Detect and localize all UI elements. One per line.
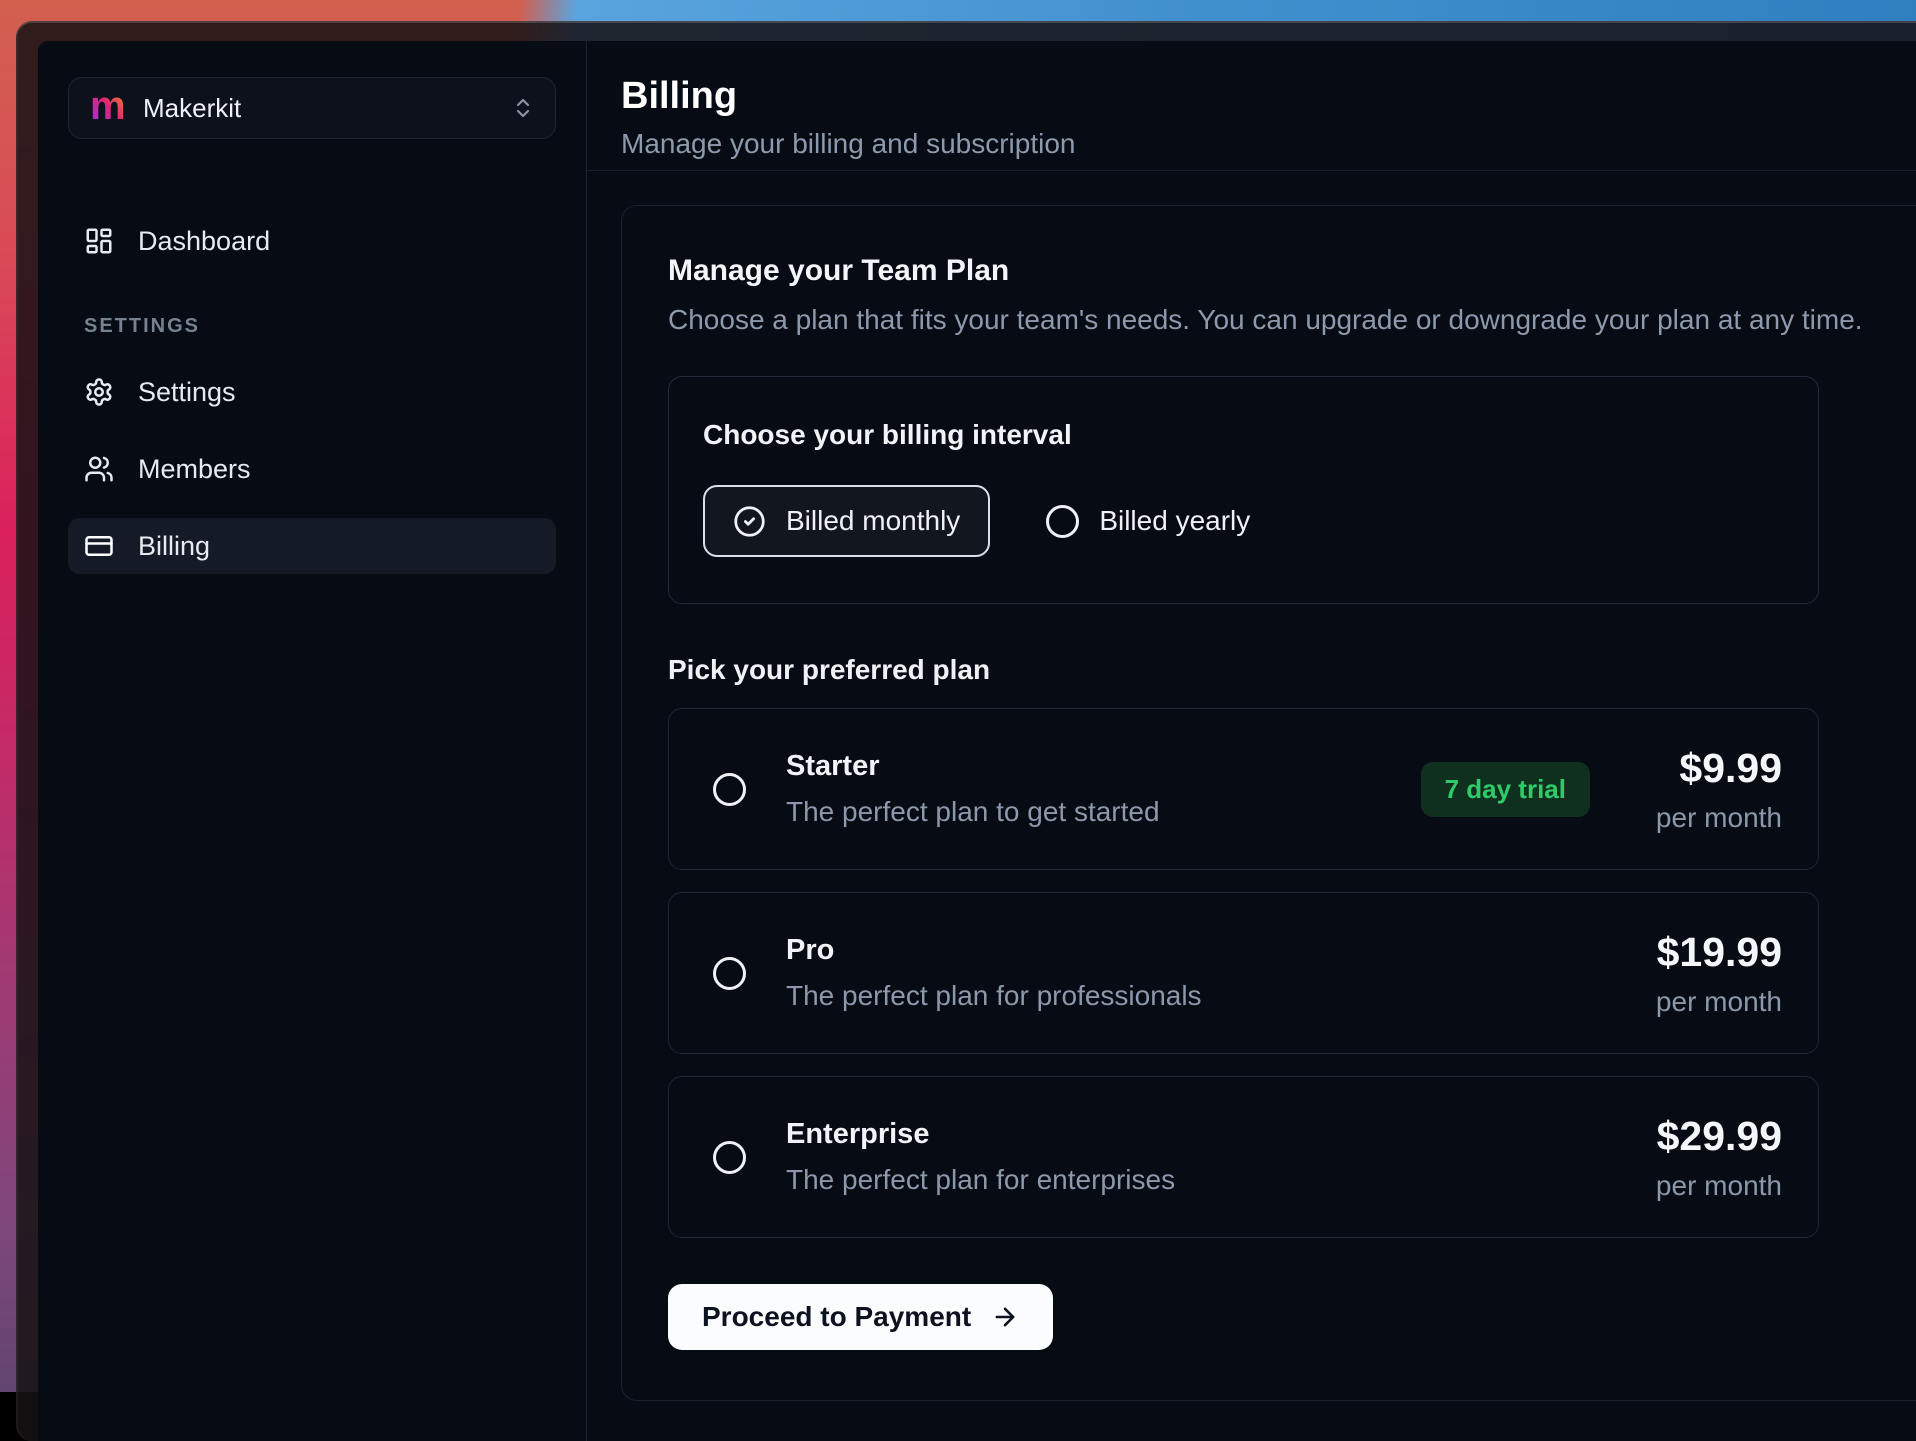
billing-interval-box: Choose your billing interval Billed mont… xyxy=(668,376,1819,604)
radio-circle-icon[interactable] xyxy=(713,773,746,806)
makerkit-logo-icon: m xyxy=(89,88,125,128)
billed-yearly-label: Billed yearly xyxy=(1099,505,1250,537)
sidebar-item-settings[interactable]: Settings xyxy=(68,364,556,420)
sidebar-item-label: Settings xyxy=(138,377,236,408)
plan-price: $29.99 xyxy=(1632,1113,1782,1160)
radio-circle-icon[interactable] xyxy=(713,1141,746,1174)
gear-icon xyxy=(84,377,114,407)
price-block: $9.99 per month xyxy=(1632,745,1782,834)
billing-interval-label: Choose your billing interval xyxy=(703,419,1784,451)
app-window: m Makerkit xyxy=(16,21,1916,1441)
radio-circle-icon[interactable] xyxy=(713,957,746,990)
team-plan-card: Manage your Team Plan Choose a plan that… xyxy=(621,205,1916,1401)
trial-badge: 7 day trial xyxy=(1421,762,1590,817)
proceed-to-payment-button[interactable]: Proceed to Payment xyxy=(668,1284,1053,1350)
workspace-name: Makerkit xyxy=(143,93,511,124)
sidebar-section-label: SETTINGS xyxy=(84,315,556,338)
plan-row-pro[interactable]: Pro The perfect plan for professionals $… xyxy=(668,892,1819,1054)
price-block: $19.99 per month xyxy=(1632,929,1782,1018)
pick-plan-label: Pick your preferred plan xyxy=(668,654,1916,686)
sidebar-item-members[interactable]: Members xyxy=(68,441,556,497)
price-block: $29.99 per month xyxy=(1632,1113,1782,1202)
main-area: Billing Manage your billing and subscrip… xyxy=(587,41,1916,1441)
plan-description: The perfect plan for professionals xyxy=(786,980,1632,1012)
plan-description: The perfect plan to get started xyxy=(786,796,1421,828)
billing-interval-options: Billed monthly Billed yearly xyxy=(703,485,1784,557)
sidebar-item-label: Members xyxy=(138,454,251,485)
users-icon xyxy=(84,454,114,484)
arrow-right-icon xyxy=(991,1303,1019,1331)
billed-monthly-label: Billed monthly xyxy=(786,505,960,537)
page-title: Billing xyxy=(621,75,1916,118)
page-content: Manage your Team Plan Choose a plan that… xyxy=(587,171,1916,1401)
plan-info: Pro The perfect plan for professionals xyxy=(786,934,1632,1012)
chevrons-up-down-icon xyxy=(511,96,535,120)
billed-monthly-option[interactable]: Billed monthly xyxy=(703,485,990,557)
plan-name: Starter xyxy=(786,750,1421,783)
plan-price: $19.99 xyxy=(1632,929,1782,976)
dashboard-icon xyxy=(84,226,114,256)
card-title: Manage your Team Plan xyxy=(668,254,1916,288)
plan-period: per month xyxy=(1632,1170,1782,1202)
plan-row-enterprise[interactable]: Enterprise The perfect plan for enterpri… xyxy=(668,1076,1819,1238)
plan-row-starter[interactable]: Starter The perfect plan to get started … xyxy=(668,708,1819,870)
svg-text:m: m xyxy=(90,88,125,128)
plan-description: The perfect plan for enterprises xyxy=(786,1164,1632,1196)
plan-period: per month xyxy=(1632,986,1782,1018)
plan-price: $9.99 xyxy=(1632,745,1782,792)
circle-check-icon xyxy=(733,505,766,538)
sidebar: m Makerkit xyxy=(38,41,587,1441)
workspace-selector[interactable]: m Makerkit xyxy=(68,77,556,139)
plan-info: Starter The perfect plan to get started xyxy=(786,750,1421,828)
sidebar-item-billing[interactable]: Billing xyxy=(68,518,556,574)
radio-circle-icon xyxy=(1046,505,1079,538)
plan-info: Enterprise The perfect plan for enterpri… xyxy=(786,1118,1632,1196)
sidebar-item-dashboard[interactable]: Dashboard xyxy=(68,213,556,269)
sidebar-item-label: Billing xyxy=(138,531,210,562)
sidebar-item-label: Dashboard xyxy=(138,226,270,257)
page-subtitle: Manage your billing and subscription xyxy=(621,128,1916,160)
plan-period: per month xyxy=(1632,802,1782,834)
plan-name: Pro xyxy=(786,934,1632,967)
proceed-to-payment-label: Proceed to Payment xyxy=(702,1301,971,1333)
credit-card-icon xyxy=(84,531,114,561)
plan-name: Enterprise xyxy=(786,1118,1632,1151)
page-header: Billing Manage your billing and subscrip… xyxy=(587,41,1916,171)
billed-yearly-option[interactable]: Billed yearly xyxy=(1018,485,1278,557)
card-subtitle: Choose a plan that fits your team's need… xyxy=(668,304,1916,336)
sidebar-nav: Dashboard SETTINGS Settings xyxy=(68,213,556,574)
app-root: m Makerkit xyxy=(38,41,1916,1441)
